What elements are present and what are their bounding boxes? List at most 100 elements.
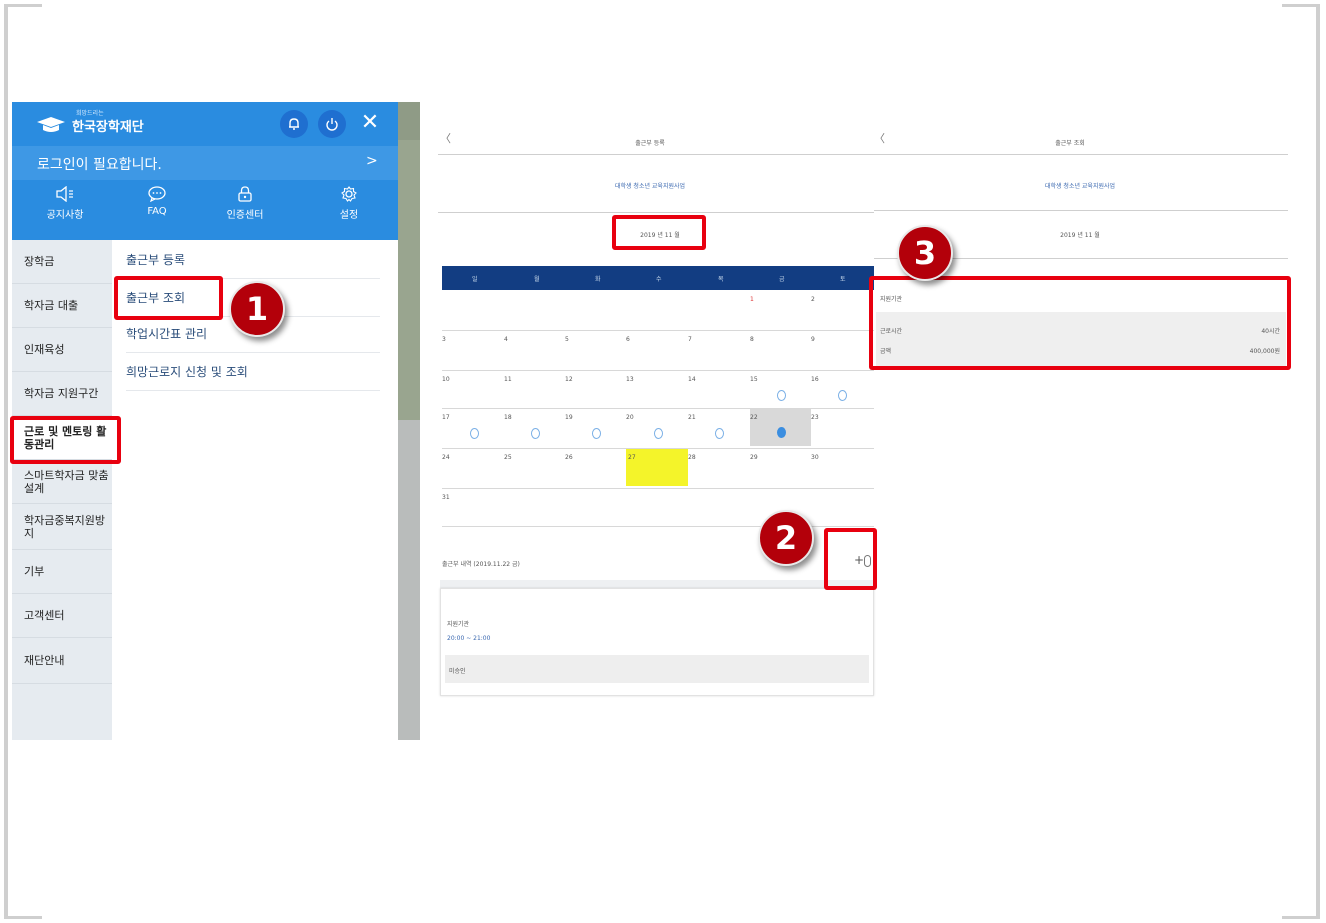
background-app-strip: [398, 140, 420, 420]
day-number[interactable]: 18: [504, 414, 512, 421]
day-number[interactable]: 4: [504, 336, 508, 343]
bell-button[interactable]: [280, 110, 308, 138]
close-button[interactable]: ✕: [358, 110, 382, 136]
day-number[interactable]: 20: [626, 414, 634, 421]
day-number[interactable]: 16: [811, 376, 819, 383]
day-number[interactable]: 5: [565, 336, 569, 343]
category-customer-center[interactable]: 고객센터: [12, 594, 112, 638]
day-number[interactable]: 15: [750, 376, 758, 383]
day-number[interactable]: 21: [688, 414, 696, 421]
day-number[interactable]: 12: [565, 376, 573, 383]
step-badge-1: 1: [229, 281, 285, 337]
quick-link-notice[interactable]: 공지사항: [25, 186, 105, 236]
day-number[interactable]: 17: [442, 414, 450, 421]
logo-tagline: 희망드리는: [76, 110, 104, 117]
day-number[interactable]: 3: [442, 336, 446, 343]
speaker-icon: [56, 186, 73, 202]
quick-link-label: 인증센터: [226, 210, 264, 221]
check-icon: [531, 428, 540, 439]
day-number[interactable]: 14: [688, 376, 696, 383]
back-icon[interactable]: 〈: [440, 130, 451, 146]
highlight-box: [10, 416, 121, 464]
weekday-label: 목: [718, 276, 724, 283]
power-icon: [326, 118, 338, 131]
card-status-row: 미승인: [445, 655, 869, 683]
divider: [442, 330, 874, 331]
page-frame-left: [4, 4, 8, 919]
screen-title: 출근부 조회: [1055, 140, 1085, 147]
day-number[interactable]: 2: [811, 296, 815, 303]
card-field-label: 지원기관: [447, 621, 470, 628]
gear-icon: [341, 186, 357, 202]
quick-link-faq[interactable]: FAQ: [117, 186, 197, 236]
weekday-label: 금: [779, 276, 785, 283]
quick-link-auth-center[interactable]: 인증센터: [205, 186, 285, 236]
lock-icon: [238, 186, 252, 202]
check-icon: [777, 390, 786, 401]
submenu-workplace-request[interactable]: 희망근로지 신청 및 조회: [126, 354, 380, 391]
program-name: 대학생 청소년 교육지원사업: [1044, 183, 1116, 190]
page-frame-corner: [1282, 4, 1320, 7]
logo[interactable]: 희망드리는 한국장학재단: [36, 110, 144, 136]
day-number[interactable]: 28: [688, 454, 696, 461]
category-foundation-info[interactable]: 재단안내: [12, 638, 112, 684]
day-number[interactable]: 6: [626, 336, 630, 343]
day-number[interactable]: 26: [565, 454, 573, 461]
day-number[interactable]: 29: [750, 454, 758, 461]
quick-link-settings[interactable]: 설정: [309, 186, 389, 236]
highlight-box: [869, 276, 1291, 370]
bell-icon: [289, 118, 299, 130]
check-icon: [470, 428, 479, 439]
highlight-box: [612, 215, 706, 250]
calendar-grid: 1 2 3 4 5 6 7 8 9 10 11 12 13 14 15 16 1…: [442, 290, 874, 530]
day-number[interactable]: 13: [626, 376, 634, 383]
category-donation[interactable]: 기부: [12, 550, 112, 594]
year-month-selector[interactable]: 2019 년 11 월: [1040, 230, 1120, 239]
day-number[interactable]: 10: [442, 376, 450, 383]
program-name: 대학생 청소년 교육지원사업: [614, 183, 686, 190]
login-prompt: 로그인이 필요합니다.: [37, 157, 162, 173]
background-app-strip: [398, 420, 420, 740]
step-badge-2: 2: [758, 510, 814, 566]
category-student-loan[interactable]: 학자금 대출: [12, 284, 112, 328]
day-number[interactable]: 22: [750, 414, 758, 421]
category-scholarship[interactable]: 장학금: [12, 240, 112, 284]
attendance-card[interactable]: 지원기관 20:00 ~ 21:00 미승인: [440, 588, 874, 696]
divider: [438, 154, 874, 155]
divider: [874, 154, 1288, 155]
day-number[interactable]: 30: [811, 454, 819, 461]
day-number[interactable]: 9: [811, 336, 815, 343]
category-duplicate-prevention[interactable]: 학자금중복지원방지: [12, 504, 112, 550]
weekday-label: 화: [595, 276, 601, 283]
day-number[interactable]: 23: [811, 414, 819, 421]
category-smart-plan[interactable]: 스마트학자금 맞춤설계: [12, 460, 112, 504]
weekday-label: 토: [840, 276, 846, 283]
day-number[interactable]: 31: [442, 494, 450, 501]
back-icon[interactable]: 〈: [874, 130, 885, 146]
screen-title: 출근부 등록: [635, 140, 665, 147]
day-number[interactable]: 27: [628, 454, 636, 461]
weekday-label: 월: [534, 276, 540, 283]
card-status: 미승인: [449, 668, 466, 675]
category-talent-development[interactable]: 인재육성: [12, 328, 112, 372]
power-button[interactable]: [318, 110, 346, 138]
day-number[interactable]: 1: [750, 296, 754, 303]
day-number[interactable]: 11: [504, 376, 512, 383]
divider: [442, 408, 874, 409]
day-number[interactable]: 7: [688, 336, 692, 343]
chevron-right-icon: >: [366, 153, 378, 169]
day-number[interactable]: 25: [504, 454, 512, 461]
day-number[interactable]: 8: [750, 336, 754, 343]
logo-text: 한국장학재단: [72, 119, 144, 135]
category-support-tier[interactable]: 학자금 지원구간: [12, 372, 112, 416]
check-filled-icon: [777, 427, 786, 438]
weekday-label: 수: [656, 276, 662, 283]
divider: [442, 488, 874, 489]
check-icon: [838, 390, 847, 401]
submenu-attendance-register[interactable]: 출근부 등록: [126, 242, 380, 279]
login-row[interactable]: 로그인이 필요합니다. >: [12, 146, 398, 180]
day-number[interactable]: 24: [442, 454, 450, 461]
day-number[interactable]: 19: [565, 414, 573, 421]
check-icon: [592, 428, 601, 439]
page-frame-right: [1316, 4, 1320, 919]
